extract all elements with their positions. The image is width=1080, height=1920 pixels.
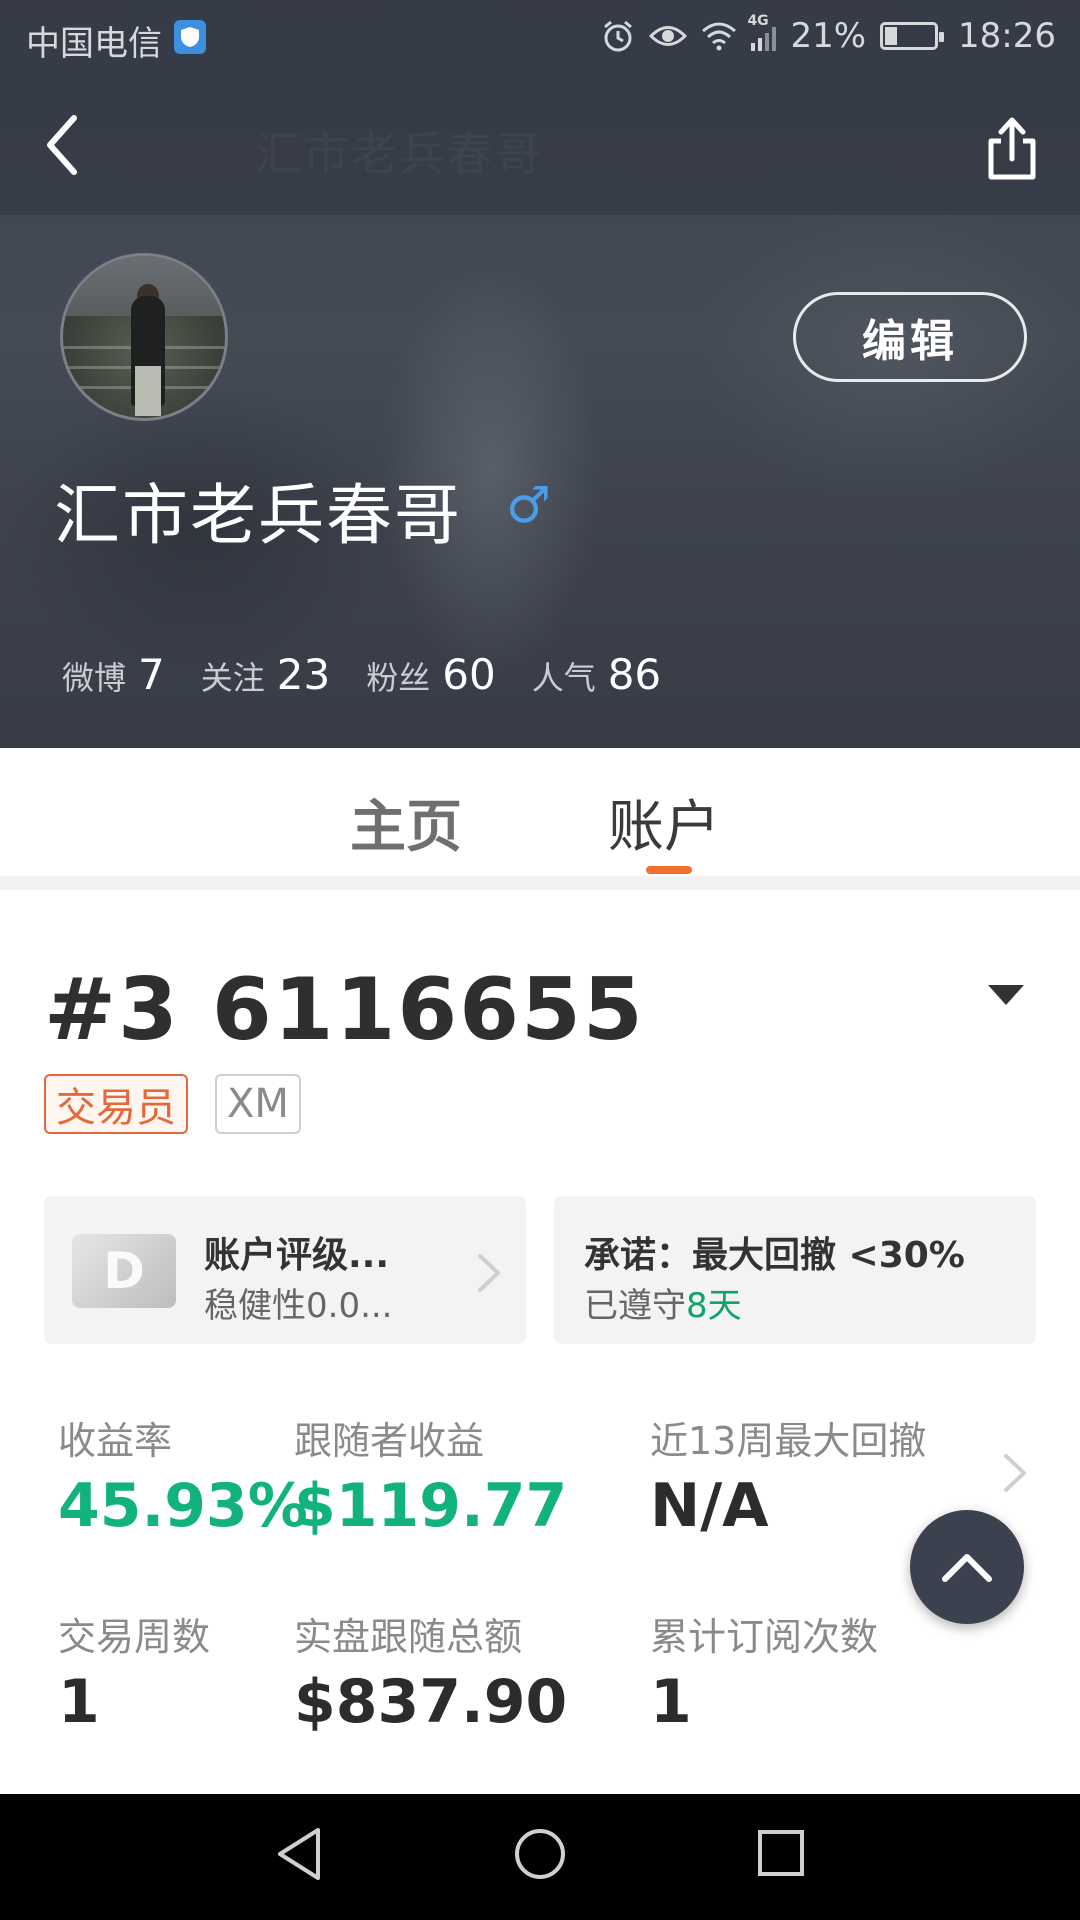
nav-recent-icon[interactable] [756,1826,806,1882]
promise-days: 8天 [686,1286,742,1326]
metric-follower-profit: 跟随者收益 $119.77 [294,1410,567,1541]
system-nav-bar [0,1794,1080,1920]
stat-value: 7 [138,650,165,699]
metric-label: 跟随者收益 [294,1419,485,1463]
metric-value: $837.90 [294,1667,568,1737]
tab-account[interactable]: 账户 [608,782,720,863]
promise-subtitle: 已遵守8天 [584,1278,742,1327]
stat-label: 关注 [200,659,265,697]
metric-value: $119.77 [294,1471,568,1541]
metric-value: 1 [58,1667,100,1737]
promise-title: 承诺：最大回撤 <30% [584,1235,965,1276]
stat-label: 微博 [62,659,127,697]
battery-icon [880,22,945,50]
edit-profile-button[interactable]: 编辑 [793,292,1027,382]
promise-prefix: 已遵守 [584,1286,686,1326]
metric-value: 1 [650,1667,692,1737]
metric-subscription-count: 累计订阅次数 1 [650,1606,878,1737]
stat-label: 粉丝 [366,659,431,697]
nav-home-icon[interactable] [512,1824,568,1884]
page-title: 汇市老兵春哥 [255,127,543,181]
metric-value: 45.93% [58,1471,308,1541]
metric-label: 近13周最大回撤 [650,1419,927,1463]
back-arrow-icon[interactable] [40,110,90,180]
metric-return-rate: 收益率 45.93% [58,1410,308,1541]
eye-icon [649,26,688,46]
metric-total-follow-amount: 实盘跟随总额 $837.90 [294,1606,567,1737]
share-icon[interactable] [985,115,1039,181]
promise-card[interactable]: 承诺：最大回撤 <30% 已遵守8天 [554,1196,1036,1344]
scroll-top-button[interactable] [910,1510,1024,1624]
alarm-icon [604,20,633,52]
status-bar: 中国电信 4G 21% 18:26 [0,0,1080,76]
stat-value: 86 [607,650,662,699]
section-divider [0,876,1080,890]
rating-title: 账户评级... [204,1235,390,1276]
signal-icon: 4G [747,13,777,51]
account-id: #3 6116655 [44,960,645,1060]
security-shield-icon [174,20,206,54]
wifi-icon [702,22,737,51]
username: 汇市老兵春哥 [54,477,462,554]
tab-bar: 主页 账户 [0,748,1080,876]
dropdown-triangle-icon[interactable] [988,985,1024,1005]
metric-label: 交易周数 [58,1615,211,1659]
metric-max-drawdown[interactable]: 近13周最大回撤 N/A [650,1410,926,1541]
tab-active-indicator [646,866,692,874]
account-rating-card[interactable]: D 账户评级... 稳健性0.0... [44,1196,526,1344]
metric-label: 收益率 [58,1419,173,1463]
stat-followers[interactable]: 粉丝 60 [366,650,495,699]
metric-label: 实盘跟随总额 [294,1615,523,1659]
stat-following[interactable]: 关注 23 [201,650,330,699]
carrier-label: 中国电信 [26,24,162,64]
stat-value: 60 [442,650,496,699]
metric-trading-weeks: 交易周数 1 [58,1606,210,1737]
stat-weibo[interactable]: 微博 7 [62,650,165,699]
avatar[interactable] [60,253,228,421]
rating-subtitle: 稳健性0.0... [204,1286,393,1326]
rating-badge: D [72,1234,176,1308]
metric-value: N/A [650,1471,769,1541]
clock: 18:26 [958,16,1056,56]
scroll-top-icon [942,1554,992,1582]
metric-label: 累计订阅次数 [650,1615,879,1659]
battery-percent: 21% [790,16,867,56]
broker-tag: XM [215,1074,301,1134]
stat-label: 人气 [531,659,596,697]
status-icons: 4G 21% 18:26 [601,13,1056,56]
gender-male-icon: ♂ [506,476,551,534]
network-type-label: 4G [747,13,769,29]
trader-tag: 交易员 [44,1074,188,1134]
chevron-right-icon[interactable] [996,1448,1032,1498]
tab-home[interactable]: 主页 [350,782,462,863]
stat-popularity[interactable]: 人气 86 [532,650,661,699]
nav-back-icon[interactable] [272,1824,328,1884]
profile-stats: 微博 7 关注 23 粉丝 60 人气 86 [62,650,697,699]
chevron-right-icon [478,1254,500,1292]
stat-value: 23 [276,650,331,699]
